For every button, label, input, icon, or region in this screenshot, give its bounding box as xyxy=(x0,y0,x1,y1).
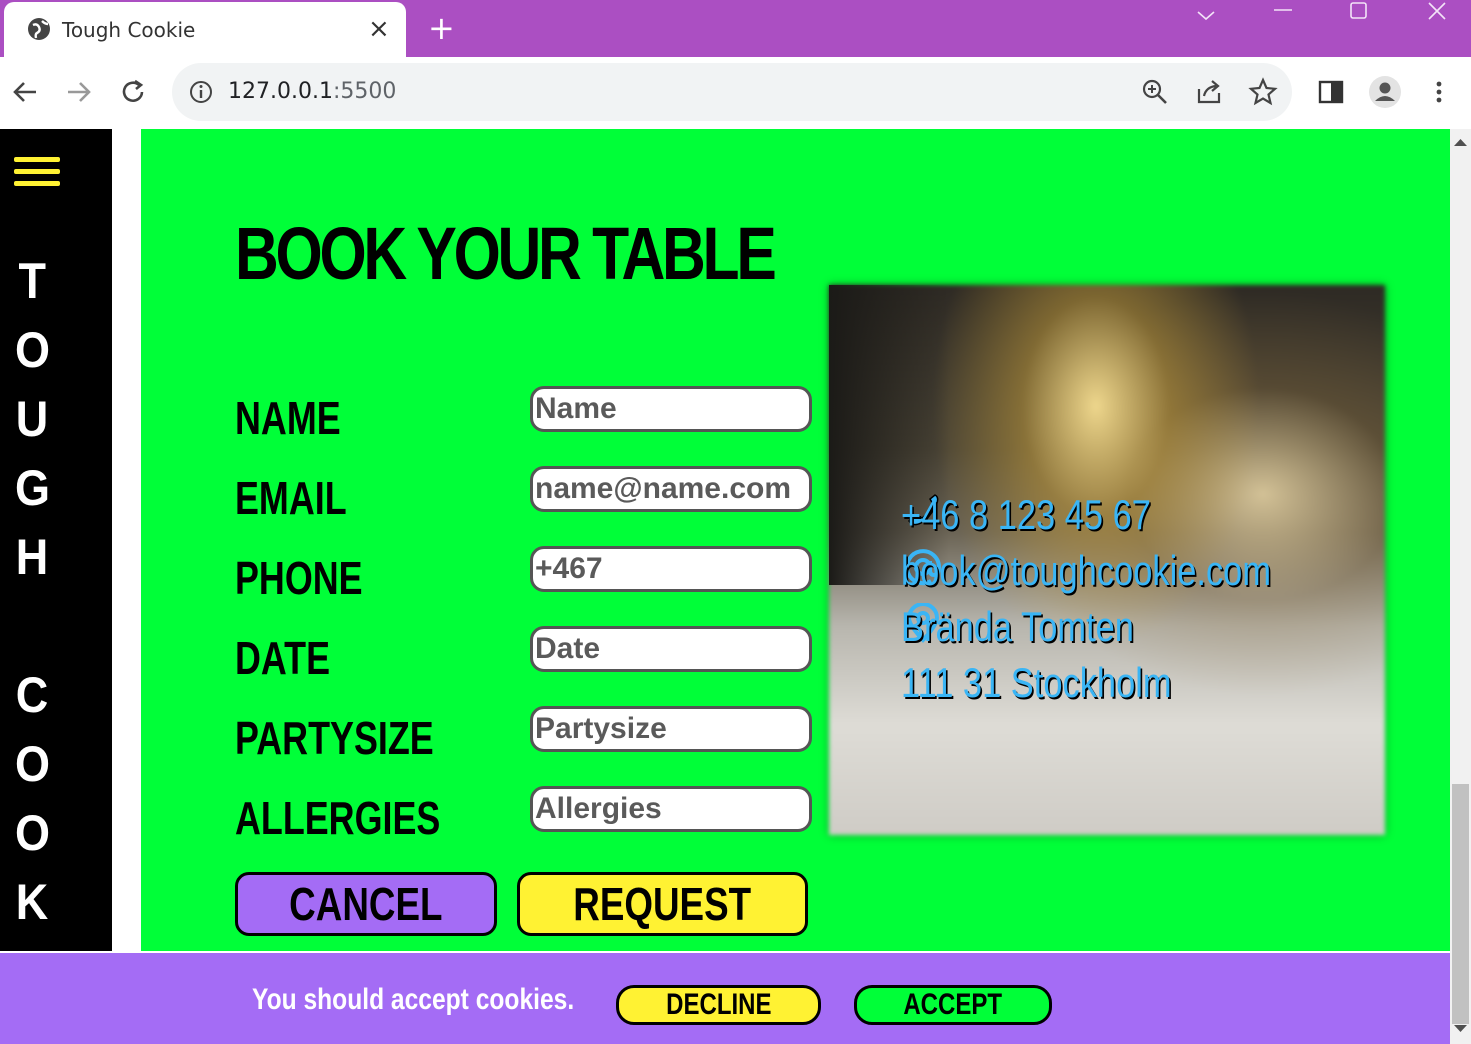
hamburger-line xyxy=(14,181,60,186)
brand-letter: I xyxy=(26,937,39,951)
form-row-partysize: PARTYSIZE xyxy=(235,706,815,764)
brand-letter: U xyxy=(15,391,49,447)
cancel-button-label: CANCEL xyxy=(289,878,443,930)
page-title: BOOK YOUR TABLE xyxy=(235,212,777,295)
date-input[interactable] xyxy=(530,626,812,672)
sidebar: T O U G H C O O K I xyxy=(0,129,112,951)
browser-tab[interactable]: Tough Cookie × xyxy=(4,2,406,57)
cookie-message: You should accept cookies. xyxy=(252,983,575,1016)
hamburger-line xyxy=(14,169,60,174)
page-scrollbar[interactable] xyxy=(1450,129,1471,1044)
brand-letter: O xyxy=(14,736,50,792)
allergies-label: ALLERGIES xyxy=(235,792,441,844)
profile-avatar-icon[interactable] xyxy=(1368,75,1402,109)
booking-section: BOOK YOUR TABLE NAME EMAIL PHONE DATE PA… xyxy=(141,129,1450,951)
new-tab-button[interactable]: + xyxy=(428,10,455,46)
phone-label: PHONE xyxy=(235,552,363,604)
forward-arrow-icon[interactable] xyxy=(64,77,94,107)
email-input[interactable] xyxy=(530,466,812,512)
browser-menu-icon[interactable] xyxy=(1422,75,1456,109)
form-row-email: EMAIL xyxy=(235,466,815,524)
date-label: DATE xyxy=(235,632,331,684)
form-row-phone: PHONE xyxy=(235,546,815,604)
browser-tab-strip: Tough Cookie × + xyxy=(0,0,1471,57)
contact-phone[interactable]: +46 8 123 45 67 xyxy=(901,489,1151,541)
email-label: EMAIL xyxy=(235,472,347,524)
share-icon[interactable] xyxy=(1194,77,1224,107)
reload-icon[interactable] xyxy=(118,77,148,107)
decline-cookies-button[interactable]: DECLINE xyxy=(616,985,821,1025)
side-panel-icon[interactable] xyxy=(1314,75,1348,109)
tab-title: Tough Cookie xyxy=(62,18,196,42)
brand-letter: C xyxy=(15,667,49,723)
accept-cookies-button[interactable]: ACCEPT xyxy=(854,985,1052,1025)
brand-letter: G xyxy=(14,460,50,516)
window-close-icon[interactable] xyxy=(1426,0,1448,24)
request-button-label: REQUEST xyxy=(573,878,752,930)
cookie-banner: You should accept cookies. DECLINE ACCEP… xyxy=(0,953,1450,1044)
site-info-icon[interactable] xyxy=(188,79,214,105)
brand-letter: O xyxy=(14,322,50,378)
hamburger-line xyxy=(14,157,60,162)
phone-input[interactable] xyxy=(530,546,812,592)
contact-address-line1: Brända Tomten xyxy=(901,603,1134,650)
hamburger-menu-icon[interactable] xyxy=(14,157,60,189)
tab-close-icon[interactable]: × xyxy=(368,14,390,44)
url-text[interactable]: 127.0.0.1:5500 xyxy=(228,79,396,104)
page-viewport: T O U G H C O O K I BOOK YOUR TABLE NAME… xyxy=(0,129,1450,1044)
partysize-label: PARTYSIZE xyxy=(235,712,434,764)
request-button[interactable]: REQUEST xyxy=(517,872,808,936)
brand-letter: T xyxy=(18,253,46,309)
url-port: :5500 xyxy=(332,79,397,104)
scrollbar-thumb[interactable] xyxy=(1452,784,1469,1024)
allergies-input[interactable] xyxy=(530,786,812,832)
form-row-date: DATE xyxy=(235,626,815,684)
accept-button-label: ACCEPT xyxy=(903,988,1003,1021)
scroll-down-arrow-icon[interactable] xyxy=(1454,1024,1467,1034)
minimize-icon[interactable] xyxy=(1272,0,1294,24)
zoom-icon[interactable] xyxy=(1140,77,1170,107)
maximize-icon[interactable] xyxy=(1348,0,1370,24)
name-label: NAME xyxy=(235,392,341,444)
decline-button-label: DECLINE xyxy=(665,988,772,1021)
contact-address-line2: 111 31 Stockholm xyxy=(901,659,1172,706)
tab-search-chevron-icon[interactable] xyxy=(1194,4,1218,28)
brand-letter: O xyxy=(14,805,50,861)
scroll-up-arrow-icon[interactable] xyxy=(1454,137,1467,147)
address-bar[interactable]: 127.0.0.1:5500 xyxy=(172,63,1292,121)
name-input[interactable] xyxy=(530,386,812,432)
brand-letter: K xyxy=(15,874,49,930)
bookmark-star-icon[interactable] xyxy=(1248,77,1278,107)
back-arrow-icon[interactable] xyxy=(10,77,40,107)
cancel-button[interactable]: CANCEL xyxy=(235,872,497,936)
form-row-name: NAME xyxy=(235,386,815,444)
browser-toolbar: 127.0.0.1:5500 xyxy=(0,57,1471,130)
contact-email[interactable]: book@toughcookie.com xyxy=(901,545,1271,597)
globe-icon xyxy=(28,18,50,40)
vertical-brand-name: T O U G H C O O K I xyxy=(0,247,64,951)
form-row-allergies: ALLERGIES xyxy=(235,786,815,844)
brand-letter: H xyxy=(15,529,49,585)
partysize-input[interactable] xyxy=(530,706,812,752)
url-host: 127.0.0.1 xyxy=(228,79,333,104)
